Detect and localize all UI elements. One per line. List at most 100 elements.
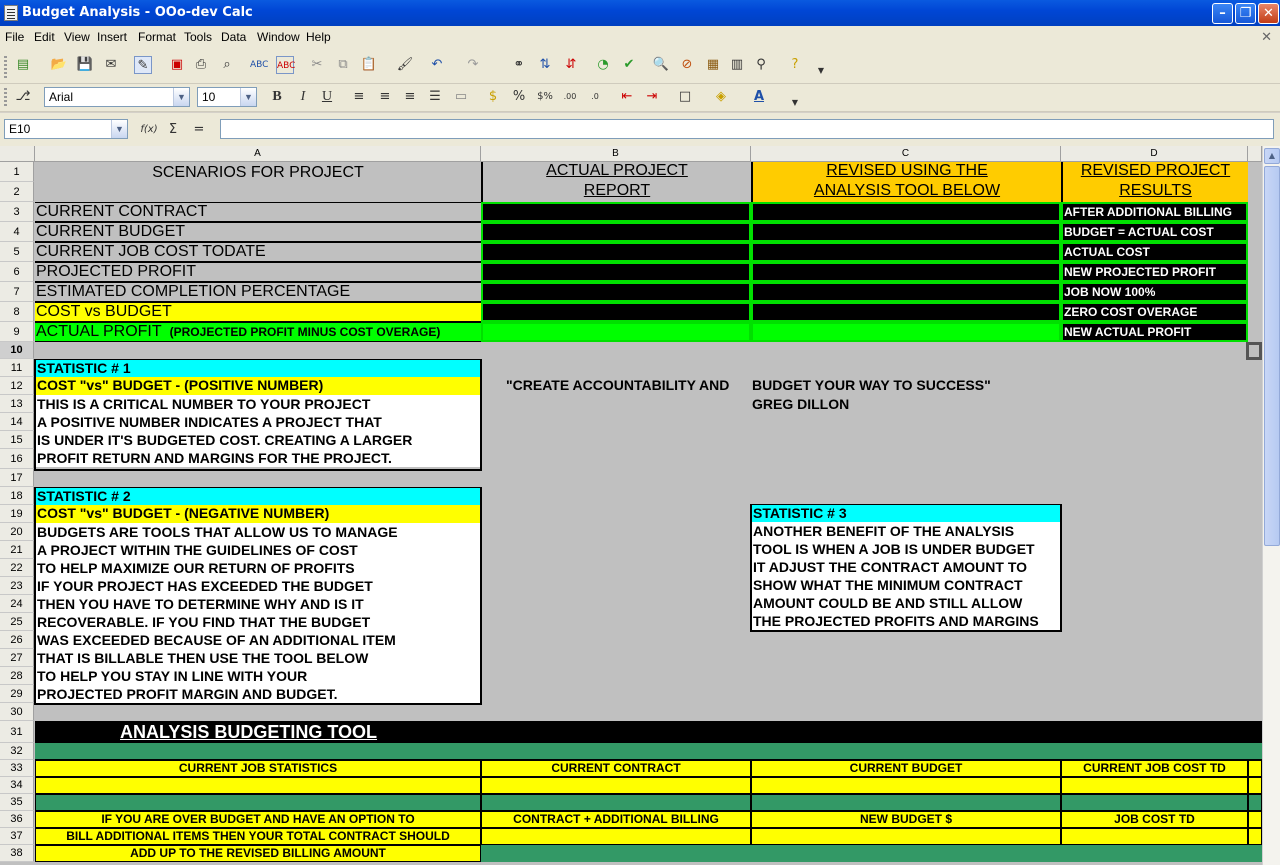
scenario-label[interactable]: ACTUAL PROFIT (PROJECTED PROFIT MINUS COS… [35,322,481,342]
chevron-down-icon[interactable]: ▼ [240,88,256,106]
print-icon[interactable]: ⎙ [192,56,210,74]
row-header-7[interactable]: 7 [0,282,34,302]
revised-results-header-1[interactable]: REVISED PROJECT [1061,162,1248,182]
analysis-tool-title[interactable]: ANALYSIS BUDGETING TOOL [120,722,520,742]
statistic-line[interactable]: IS UNDER IT'S BUDGETED COST. CREATING A … [36,431,480,449]
row-header-31[interactable]: 31 [0,721,34,743]
row-header-25[interactable]: 25 [0,613,34,631]
revised-analysis-value[interactable] [751,242,1061,262]
quote-author[interactable]: GREG DILLON [752,396,1052,414]
underline-button[interactable]: U [318,88,336,106]
row-header-37[interactable]: 37 [0,828,34,845]
standard-format-icon[interactable]: $% [536,88,554,106]
revised-analysis-header-1[interactable]: REVISED USING THE [751,162,1061,182]
scroll-thumb[interactable] [1264,166,1280,546]
statistic-line[interactable]: PROJECTED PROFIT MARGIN AND BUDGET. [36,685,480,703]
justify-icon[interactable]: ☰ [426,88,444,106]
menu-file[interactable]: File [5,30,24,44]
scenario-label[interactable]: PROJECTED PROFIT [35,262,481,282]
chart-icon[interactable]: ◔ [594,56,612,74]
row-header-8[interactable]: 8 [0,302,34,322]
menu-insert[interactable]: Insert [97,30,127,44]
format-paintbrush-icon[interactable]: 🖌 [396,56,414,74]
bold-button[interactable]: B [268,88,286,106]
hyperlink-icon[interactable]: ⚭ [510,56,528,74]
statistic-line[interactable]: BUDGETS ARE TOOLS THAT ALLOW US TO MANAG… [36,523,480,541]
row-header-32[interactable]: 32 [0,743,34,760]
decrease-indent-icon[interactable]: ⇤ [618,88,636,106]
tool-row-36-cell[interactable] [1248,811,1262,828]
row-header-16[interactable]: 16 [0,449,34,469]
find-replace-icon[interactable]: 🔍 [652,56,670,74]
spellcheck-icon[interactable]: ABC [250,56,268,74]
merge-cells-icon[interactable]: ▭ [452,88,470,106]
chevron-down-icon[interactable]: ▼ [173,88,189,106]
align-center-icon[interactable]: ≡ [376,88,394,106]
sort-descending-icon[interactable]: ⇵ [562,56,580,74]
delete-decimal-icon[interactable]: .0 [586,88,604,106]
statistic-line[interactable]: TO HELP MAXIMIZE OUR RETURN OF PROFITS [36,559,480,577]
statistic-line[interactable]: SHOW WHAT THE MINIMUM CONTRACT [752,576,1060,594]
menu-edit[interactable]: Edit [34,30,55,44]
zoom-icon[interactable]: ⚲ [752,56,770,74]
gallery-icon[interactable]: ▦ [704,56,722,74]
tool-row-35-cell[interactable] [751,794,1061,811]
statistic-line[interactable]: PROFIT RETURN AND MARGINS FOR THE PROJEC… [36,449,480,467]
help-icon[interactable]: ? [786,56,804,74]
row-header-36[interactable]: 36 [0,811,34,828]
revised-analysis-value[interactable] [751,302,1061,322]
paste-icon[interactable]: 📋 [360,56,378,74]
tool-row-37-cell[interactable] [1061,828,1248,845]
tool-row-33-cell[interactable] [1248,760,1262,777]
revised-result[interactable]: BUDGET = ACTUAL COST [1061,222,1248,242]
statistic-line[interactable]: RECOVERABLE. IF YOU FIND THAT THE BUDGET [36,613,480,631]
statistic-line[interactable]: TO HELP YOU STAY IN LINE WITH YOUR [36,667,480,685]
open-icon[interactable]: 📂 [50,56,68,74]
scroll-up-icon[interactable]: ▲ [1264,148,1280,164]
currency-icon[interactable]: $ [484,88,502,106]
borders-icon[interactable]: □ [676,88,694,106]
new-document-icon[interactable]: ▤ [14,56,32,74]
function-icon[interactable]: = [190,121,208,139]
add-decimal-icon[interactable]: .00 [561,88,579,106]
row-header-22[interactable]: 22 [0,559,34,577]
statistic-line[interactable]: THAT IS BILLABLE THEN USE THE TOOL BELOW [36,649,480,667]
actual-report-value[interactable] [481,322,751,342]
tool-row-33-cell[interactable]: CURRENT JOB STATISTICS [35,760,481,777]
menu-view[interactable]: View [64,30,90,44]
tool-row-34-cell[interactable] [35,777,481,794]
align-left-icon[interactable]: ≡ [350,88,368,106]
row-header-4[interactable]: 4 [0,222,34,242]
statistic-line[interactable]: THEN YOU HAVE TO DETERMINE WHY AND IS IT [36,595,480,613]
column-header-b[interactable]: B [481,146,751,162]
copy-icon[interactable]: ⧉ [334,56,352,74]
save-icon[interactable]: 💾 [76,56,94,74]
row-header-14[interactable]: 14 [0,413,34,431]
row-header-27[interactable]: 27 [0,649,34,667]
statistic-line[interactable]: THE PROJECTED PROFITS AND MARGINS [752,612,1060,630]
column-header-d[interactable]: D [1061,146,1248,162]
scenario-label[interactable]: CURRENT JOB COST TODATE [35,242,481,262]
edit-file-icon[interactable]: ✎ [134,56,152,74]
statistic-1-title[interactable]: STATISTIC # 1 [36,360,480,377]
export-pdf-icon[interactable]: ▣ [168,56,186,74]
statistic-2-title[interactable]: STATISTIC # 2 [36,488,480,505]
row-header-28[interactable]: 28 [0,667,34,685]
chevron-down-icon[interactable]: ▼ [111,120,127,138]
tool-row-35-cell[interactable] [35,794,481,811]
revised-analysis-value[interactable] [751,262,1061,282]
navigator-icon[interactable]: ⊘ [678,56,696,74]
row-header-10[interactable]: 10 [0,342,34,359]
scenario-label[interactable]: ESTIMATED COMPLETION PERCENTAGE [35,282,481,302]
tool-row-33-cell[interactable]: CURRENT BUDGET [751,760,1061,777]
tool-row-36-cell[interactable]: CONTRACT + ADDITIONAL BILLING [481,811,751,828]
menu-format[interactable]: Format [138,30,176,44]
row-header-9[interactable]: 9 [0,322,34,342]
selected-cell-cursor[interactable] [1246,342,1262,360]
row-header-13[interactable]: 13 [0,395,34,413]
row-header-20[interactable]: 20 [0,523,34,541]
actual-report-value[interactable] [481,242,751,262]
revised-result[interactable]: AFTER ADDITIONAL BILLING [1061,202,1248,222]
row-header-18[interactable]: 18 [0,487,34,505]
tool-row-36-cell[interactable]: IF YOU ARE OVER BUDGET AND HAVE AN OPTIO… [35,811,481,828]
